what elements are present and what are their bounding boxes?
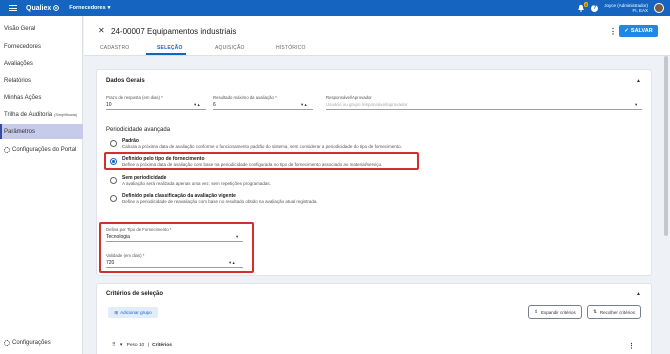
resultado-underline bbox=[213, 109, 313, 110]
responsavel-input[interactable]: Usuário ou grupo responsável/aprovador bbox=[326, 102, 408, 107]
notification-badge: 0 bbox=[584, 2, 589, 7]
sidebar-footer-configuracoes[interactable]: Configurações bbox=[0, 335, 83, 350]
radio-tipo-fornecimento[interactable] bbox=[110, 158, 117, 165]
prazo-input[interactable]: 10 bbox=[106, 102, 112, 108]
sidebar-item-label: Fornecedores bbox=[4, 43, 42, 50]
add-group-button[interactable]: ⊞ Adicionar grupo bbox=[108, 307, 158, 318]
gear-icon bbox=[4, 146, 10, 153]
prazo-underline bbox=[106, 109, 206, 110]
prazo-label: Prazo de resposta (em dias) * bbox=[106, 95, 163, 100]
help-icon[interactable]: ? bbox=[591, 4, 599, 12]
sidebar-item-relatorios[interactable]: Relatórios bbox=[0, 73, 83, 88]
top-bar: Qualiex Fornecedores ▾ 0 ? Joyce (Admini… bbox=[0, 0, 670, 16]
tipo-fornecimento-label: Defina por Tipo de Fornecimento * bbox=[106, 227, 172, 232]
collapse-criteria-button[interactable]: ⇅ Recolher critérios bbox=[587, 305, 641, 319]
page-title: 24-00007 Equipamentos industriais bbox=[111, 27, 237, 36]
resultado-input[interactable]: 6 bbox=[213, 102, 216, 108]
sidebar-item-configuracoes-portal[interactable]: Configurações do Portal bbox=[0, 142, 83, 157]
sidebar-item-label: Relatórios bbox=[4, 77, 32, 84]
gear-icon bbox=[4, 339, 10, 346]
radio-classificacao[interactable] bbox=[110, 195, 117, 202]
stepper-icon[interactable]: ▾ ▴ bbox=[301, 102, 307, 108]
responsavel-underline bbox=[326, 109, 642, 110]
chevron-down-icon[interactable]: ▾ bbox=[236, 234, 238, 240]
user-org: FI, EAX bbox=[632, 8, 648, 13]
add-group-icon: ⊞ bbox=[114, 309, 119, 315]
add-group-label: Adicionar grupo bbox=[120, 310, 152, 315]
active-tab-indicator bbox=[146, 53, 186, 55]
sidebar-item-tag: (Simplificada) bbox=[54, 112, 78, 117]
option-tipo-desc: Define a próxima data de avaliação com b… bbox=[122, 162, 383, 167]
sidebar-item-label: Parâmetros bbox=[4, 128, 36, 135]
radio-padrao[interactable] bbox=[110, 140, 117, 147]
option-classificacao-desc: Define a periodicidade de reavaliação co… bbox=[122, 199, 318, 204]
expand-icon: ⇕ bbox=[534, 309, 538, 314]
expand-criteria-button[interactable]: ⇕ Expandir critérios bbox=[528, 305, 582, 319]
chevron-down-icon: ▾ bbox=[107, 5, 111, 11]
close-icon[interactable]: ✕ bbox=[98, 26, 105, 35]
tab-selecao[interactable]: SELEÇÃO bbox=[157, 45, 183, 51]
collapse-label: Recolher critérios bbox=[599, 309, 635, 315]
tab-historico[interactable]: HISTÓRICO bbox=[276, 45, 306, 51]
sidebar-item-label: Minhas Ações bbox=[4, 94, 42, 101]
group-more-icon[interactable]: ⋮ bbox=[628, 342, 635, 350]
chevron-down-icon[interactable]: ▾ bbox=[635, 102, 637, 108]
save-button[interactable]: ✓ SALVAR bbox=[619, 25, 658, 37]
hamburger-menu-icon[interactable] bbox=[9, 5, 17, 11]
page-header: ✕ 24-00007 Equipamentos industriais ⋮ ✓ … bbox=[84, 16, 670, 56]
tipo-underline bbox=[106, 241, 243, 242]
sidebar-item-visao-geral[interactable]: Visão Geral bbox=[0, 21, 83, 36]
check-icon: ✓ bbox=[624, 28, 629, 34]
brand-name: Qualiex bbox=[26, 4, 52, 12]
tab-aquisicao[interactable]: AQUISIÇÃO bbox=[215, 45, 245, 51]
periodicidade-title: Periodicidade avançada bbox=[106, 127, 171, 133]
brand-mark-icon bbox=[53, 5, 60, 11]
stepper-icon[interactable]: ▾ ▴ bbox=[194, 102, 200, 108]
expand-label: Expandir critérios bbox=[541, 309, 576, 315]
criterios-title: Critérios de seleção bbox=[106, 291, 164, 297]
sidebar-item-label: Visão Geral bbox=[4, 25, 36, 32]
save-label: SALVAR bbox=[630, 28, 653, 34]
sidebar-item-minhas-acoes[interactable]: Minhas Ações bbox=[0, 90, 83, 105]
sidebar-item-parametros[interactable]: Parâmetros bbox=[0, 124, 83, 139]
collapse-icon[interactable]: ▲ bbox=[636, 78, 641, 84]
resultado-label: Resultado máximo da avaliação * bbox=[213, 95, 277, 100]
validade-input[interactable]: 720 bbox=[106, 260, 114, 266]
more-options-icon[interactable]: ⋮ bbox=[609, 27, 617, 36]
sidebar-footer-label: Configurações bbox=[12, 339, 51, 346]
collapse-all-icon: ⇅ bbox=[593, 309, 597, 314]
group-separator: | bbox=[147, 343, 149, 348]
option-padrao-desc: Calcula a próxima data de avaliação conf… bbox=[122, 144, 402, 149]
tipo-fornecimento-select[interactable]: Tecnologia bbox=[106, 234, 130, 240]
user-info[interactable]: Joyce (Administrador) FI, EAX bbox=[604, 3, 648, 13]
sidebar-item-trilha-auditoria[interactable]: Trilha de Auditoria (Simplificada) bbox=[0, 107, 83, 122]
radio-sem-periodicidade[interactable] bbox=[110, 177, 117, 184]
module-name: Fornecedores bbox=[69, 5, 106, 11]
option-sem-desc: A avaliação será realizada apenas uma ve… bbox=[122, 181, 271, 186]
module-selector[interactable]: Fornecedores ▾ bbox=[69, 5, 110, 11]
responsavel-label: Responsável/Aprovador bbox=[326, 95, 372, 100]
tab-cadastro[interactable]: CADASTRO bbox=[100, 45, 129, 51]
sidebar-item-label: Trilha de Auditoria bbox=[4, 111, 53, 118]
group-weight: Peso 10 bbox=[126, 343, 145, 348]
notifications-button[interactable]: 0 bbox=[577, 2, 589, 12]
drag-handle-icon[interactable]: ⠿ bbox=[112, 343, 116, 348]
stepper-icon[interactable]: ▾ ▴ bbox=[229, 260, 235, 266]
sidebar: Visão Geral Fornecedores Avaliações Rela… bbox=[0, 16, 83, 354]
chevron-down-icon[interactable]: ▾ bbox=[120, 343, 122, 348]
sidebar-item-label: Configurações do Portal bbox=[12, 146, 77, 153]
collapse-icon[interactable]: ▲ bbox=[636, 291, 641, 297]
criteria-group-row[interactable]: ⠿ ▾ Peso 10 | Critérios bbox=[112, 343, 172, 348]
sidebar-item-fornecedores[interactable]: Fornecedores bbox=[0, 39, 83, 54]
brand-logo[interactable]: Qualiex bbox=[26, 4, 60, 12]
validade-underline bbox=[106, 267, 243, 268]
sidebar-item-avaliacoes[interactable]: Avaliações bbox=[0, 56, 83, 71]
dados-gerais-title: Dados Gerais bbox=[106, 78, 145, 84]
sidebar-item-label: Avaliações bbox=[4, 60, 33, 67]
scrollbar[interactable] bbox=[664, 56, 668, 236]
avatar[interactable] bbox=[654, 3, 664, 13]
validade-label: Validade (em dias) * bbox=[106, 253, 145, 258]
group-label: Critérios bbox=[152, 343, 172, 348]
